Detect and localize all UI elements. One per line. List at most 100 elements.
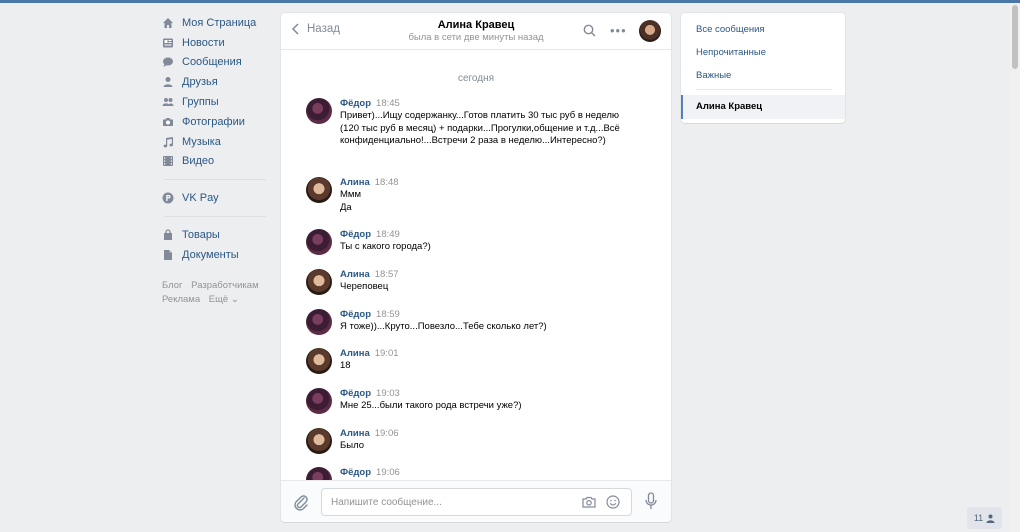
message-author[interactable]: Фёдор	[340, 229, 371, 240]
nav-item-label: Фотографии	[182, 115, 245, 128]
message-composer	[281, 480, 671, 522]
smile-icon[interactable]	[606, 495, 620, 509]
scrollbar-thumb[interactable]	[1012, 5, 1018, 69]
video-icon	[162, 155, 174, 167]
message-time[interactable]: 19:06	[376, 467, 400, 478]
left-navigation: Моя Страница Новости Сообщения Друзья Гр…	[162, 13, 268, 307]
message-text: Было	[340, 440, 364, 451]
microphone-icon[interactable]	[645, 492, 657, 510]
nav-item-goods[interactable]: Товары	[162, 225, 268, 245]
filter-important[interactable]: Важные	[696, 70, 731, 81]
vkpay-icon	[162, 192, 174, 204]
message-text: Череповец	[340, 281, 389, 292]
documents-icon	[162, 249, 174, 261]
page-scrollbar[interactable]	[1010, 3, 1020, 532]
contact-avatar[interactable]	[639, 20, 661, 42]
message-author[interactable]: Алина	[340, 428, 370, 439]
sender-avatar[interactable]	[306, 428, 332, 454]
message-history[interactable]: сегодня Фёдор 18:45 Привет)...Ищу содержа…	[281, 51, 671, 480]
message-author[interactable]: Фёдор	[340, 309, 371, 320]
nav-item-documents[interactable]: Документы	[162, 245, 268, 265]
message-text: Мне 25...были такого рода встречи уже?)	[340, 400, 522, 411]
message-input-box	[321, 488, 632, 516]
messages-icon	[162, 56, 174, 68]
sender-avatar[interactable]	[306, 229, 332, 255]
footer-link-developers[interactable]: Разработчикам	[191, 280, 258, 291]
active-dialog-item[interactable]: Алина Кравец	[681, 95, 845, 119]
camera-icon	[162, 116, 174, 128]
filter-unread[interactable]: Непрочитанные	[696, 47, 766, 58]
home-icon	[162, 17, 174, 29]
nav-item-video[interactable]: Видео	[162, 152, 268, 172]
message-author[interactable]: Фёдор	[340, 98, 371, 109]
nav-item-news[interactable]: Новости	[162, 33, 268, 53]
active-dialog-name: Алина Кравец	[696, 101, 763, 112]
online-count: 11	[973, 513, 984, 523]
nav-item-groups[interactable]: Группы	[162, 92, 268, 112]
music-icon	[162, 136, 174, 148]
message-time[interactable]: 19:01	[375, 348, 399, 359]
top-header-bar	[0, 0, 1020, 3]
message-author[interactable]: Фёдор	[340, 388, 371, 399]
footer-link-more[interactable]: Ещё ⌄	[209, 294, 239, 305]
news-icon	[162, 37, 174, 49]
nav-item-photos[interactable]: Фотографии	[162, 112, 268, 132]
nav-item-label: VK Pay	[182, 192, 219, 205]
message-text: Ты с какого города?)	[340, 241, 431, 252]
message-time[interactable]: 18:59	[376, 309, 400, 320]
message-author[interactable]: Алина	[340, 269, 370, 280]
message-time[interactable]: 18:57	[375, 269, 399, 280]
message-author[interactable]: Алина	[340, 177, 370, 188]
footer-link-blog[interactable]: Блог	[162, 280, 183, 291]
message-time[interactable]: 18:49	[376, 229, 400, 240]
sender-avatar[interactable]	[306, 177, 332, 203]
camera-icon[interactable]	[582, 496, 596, 508]
nav-item-vkpay[interactable]: VK Pay	[162, 188, 268, 208]
message-time[interactable]: 18:45	[376, 98, 400, 109]
message-time[interactable]: 19:06	[375, 428, 399, 439]
sender-avatar[interactable]	[306, 309, 332, 335]
nav-item-label: Группы	[182, 96, 219, 109]
sender-avatar[interactable]	[306, 98, 332, 124]
nav-item-friends[interactable]: Друзья	[162, 72, 268, 92]
nav-item-my-page[interactable]: Моя Страница	[162, 13, 268, 33]
nav-item-label: Друзья	[182, 76, 218, 89]
sender-avatar[interactable]	[306, 269, 332, 295]
sender-avatar[interactable]	[306, 388, 332, 414]
message-text: Я тоже))...Круто...Повезло...Тебе скольк…	[340, 321, 547, 332]
sender-avatar[interactable]	[306, 348, 332, 374]
nav-item-label: Товары	[182, 229, 220, 242]
nav-item-music[interactable]: Музыка	[162, 132, 268, 152]
more-actions-icon[interactable]: •••	[610, 23, 627, 38]
nav-item-messages[interactable]: Сообщения	[162, 53, 268, 73]
nav-item-label: Видео	[182, 155, 215, 168]
dialogs-filter-panel: Все сообщения Непрочитанные Важные Алина…	[681, 13, 845, 123]
chat-header: Назад Алина Кравец была в сети две минут…	[281, 13, 671, 50]
nav-footer: Блог Разработчикам Реклама Ещё ⌄	[162, 279, 268, 307]
filter-all-messages[interactable]: Все сообщения	[696, 24, 765, 35]
friends-icon	[162, 76, 174, 88]
sender-avatar[interactable]	[306, 467, 332, 480]
message-text: Ммм Да	[340, 189, 361, 213]
nav-item-label: Моя Страница	[182, 16, 257, 29]
message-text: 18	[340, 360, 351, 371]
person-icon	[986, 514, 995, 523]
nav-divider	[164, 179, 266, 181]
nav-item-label: Новости	[182, 36, 225, 49]
online-friends-badge[interactable]: 11	[967, 507, 1002, 529]
footer-link-ads[interactable]: Реклама	[162, 294, 200, 305]
paperclip-icon[interactable]	[293, 493, 309, 511]
date-separator: сегодня	[457, 73, 495, 84]
nav-divider	[164, 216, 266, 218]
search-icon[interactable]	[583, 24, 596, 37]
nav-item-label: Музыка	[182, 135, 221, 148]
goods-icon	[162, 229, 174, 241]
message-input[interactable]	[331, 494, 576, 510]
message-author[interactable]: Алина	[340, 348, 370, 359]
message-author[interactable]: Фёдор	[340, 467, 371, 478]
message-time[interactable]: 19:03	[376, 388, 400, 399]
message-text: Привет)...Ищу содержанку...Готов платить…	[340, 110, 620, 147]
nav-item-label: Документы	[182, 248, 239, 261]
groups-icon	[162, 96, 174, 108]
message-time[interactable]: 18:48	[375, 177, 399, 188]
